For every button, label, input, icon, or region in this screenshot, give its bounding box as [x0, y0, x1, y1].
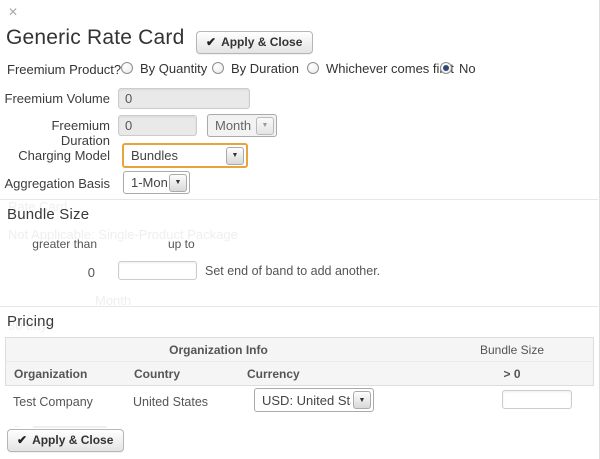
pricing-table-header: Organization Info Bundle Size Organizati…	[5, 337, 594, 386]
generic-rate-card-panel: ✕ Generic Rate Card ✔ Apply & Close Free…	[0, 0, 600, 459]
apply-close-label: Apply & Close	[32, 433, 113, 447]
freemium-volume-label: Freemium Volume	[0, 91, 110, 106]
aggregation-basis-select[interactable]: 1-Month ▼	[123, 171, 190, 194]
section-divider	[0, 199, 598, 200]
radio-label: By Duration	[231, 61, 299, 76]
freemium-product-label: Freemium Product?	[7, 62, 121, 77]
greater-than-label: greater than	[0, 237, 97, 251]
check-icon: ✔	[17, 434, 27, 446]
select-value: 1-Month	[124, 175, 167, 190]
freemium-duration-input[interactable]	[118, 115, 197, 136]
freemium-duration-label: Freemium Duration	[0, 118, 110, 148]
organization-cell: Test Company	[5, 386, 125, 409]
select-value: USD: United States	[255, 393, 351, 408]
apply-close-button-top[interactable]: ✔ Apply & Close	[196, 31, 313, 54]
bundle-price-input[interactable]	[502, 390, 572, 409]
pricing-table: Organization Info Bundle Size Organizati…	[5, 337, 594, 426]
country-cell: United States	[125, 386, 238, 409]
bundle-band-column-header: > 0	[431, 367, 593, 381]
table-row: Test Company United States USD: United S…	[5, 386, 594, 426]
apply-close-button-bottom[interactable]: ✔ Apply & Close	[7, 429, 124, 452]
up-to-label: up to	[168, 237, 195, 251]
radio-button-icon[interactable]	[121, 62, 133, 74]
radio-button-icon[interactable]	[307, 62, 319, 74]
radio-label: By Quantity	[140, 61, 207, 76]
chevron-down-icon[interactable]: ▼	[169, 174, 187, 192]
charging-model-select[interactable]: Bundles ▼	[122, 143, 248, 168]
radio-by-duration[interactable]: By Duration	[212, 60, 299, 76]
radio-button-selected-icon[interactable]	[440, 62, 452, 74]
organization-info-group-header: Organization Info	[6, 343, 431, 357]
freemium-duration-unit-select[interactable]: Month ▼	[207, 114, 277, 137]
apply-close-label: Apply & Close	[221, 35, 302, 49]
freemium-product-radio-group: Freemium Product? By Quantity By Duratio…	[0, 60, 599, 78]
charging-model-label: Charging Model	[0, 148, 110, 163]
radio-button-icon[interactable]	[212, 62, 224, 74]
pricing-heading: Pricing	[7, 313, 54, 330]
page-title: Generic Rate Card	[6, 26, 184, 50]
select-value: Bundles	[124, 148, 224, 163]
section-divider	[0, 306, 598, 307]
radio-whichever-comes-first[interactable]: Whichever comes first	[307, 60, 454, 76]
table-column-header-row: Organization Country Currency > 0	[6, 362, 593, 385]
aggregation-basis-label: Aggregation Basis	[0, 176, 110, 191]
band-start-value: 0	[0, 265, 95, 280]
freemium-volume-input[interactable]	[118, 88, 250, 109]
bundle-size-heading: Bundle Size	[7, 206, 89, 223]
chevron-down-icon[interactable]: ▼	[256, 117, 274, 135]
radio-no[interactable]: No	[440, 60, 476, 76]
bundle-size-group-header: Bundle Size	[431, 343, 593, 357]
currency-cell: USD: United States ▼	[238, 386, 430, 412]
chevron-down-icon[interactable]: ▼	[353, 391, 371, 409]
band-hint-text: Set end of band to add another.	[205, 264, 380, 278]
bundle-price-cell	[430, 386, 572, 409]
country-column-header: Country	[126, 367, 239, 381]
radio-by-quantity[interactable]: By Quantity	[121, 60, 207, 76]
radio-label: Whichever comes first	[326, 61, 454, 76]
select-value: Month	[208, 118, 254, 133]
organization-column-header: Organization	[6, 367, 126, 381]
close-icon[interactable]: ✕	[8, 6, 18, 18]
check-icon: ✔	[206, 36, 216, 48]
table-group-header-row: Organization Info Bundle Size	[6, 338, 593, 362]
radio-label: No	[459, 61, 476, 76]
currency-column-header: Currency	[239, 367, 431, 381]
currency-select[interactable]: USD: United States ▼	[254, 388, 374, 412]
chevron-down-icon[interactable]: ▼	[226, 147, 244, 165]
band-end-input[interactable]	[118, 261, 197, 280]
